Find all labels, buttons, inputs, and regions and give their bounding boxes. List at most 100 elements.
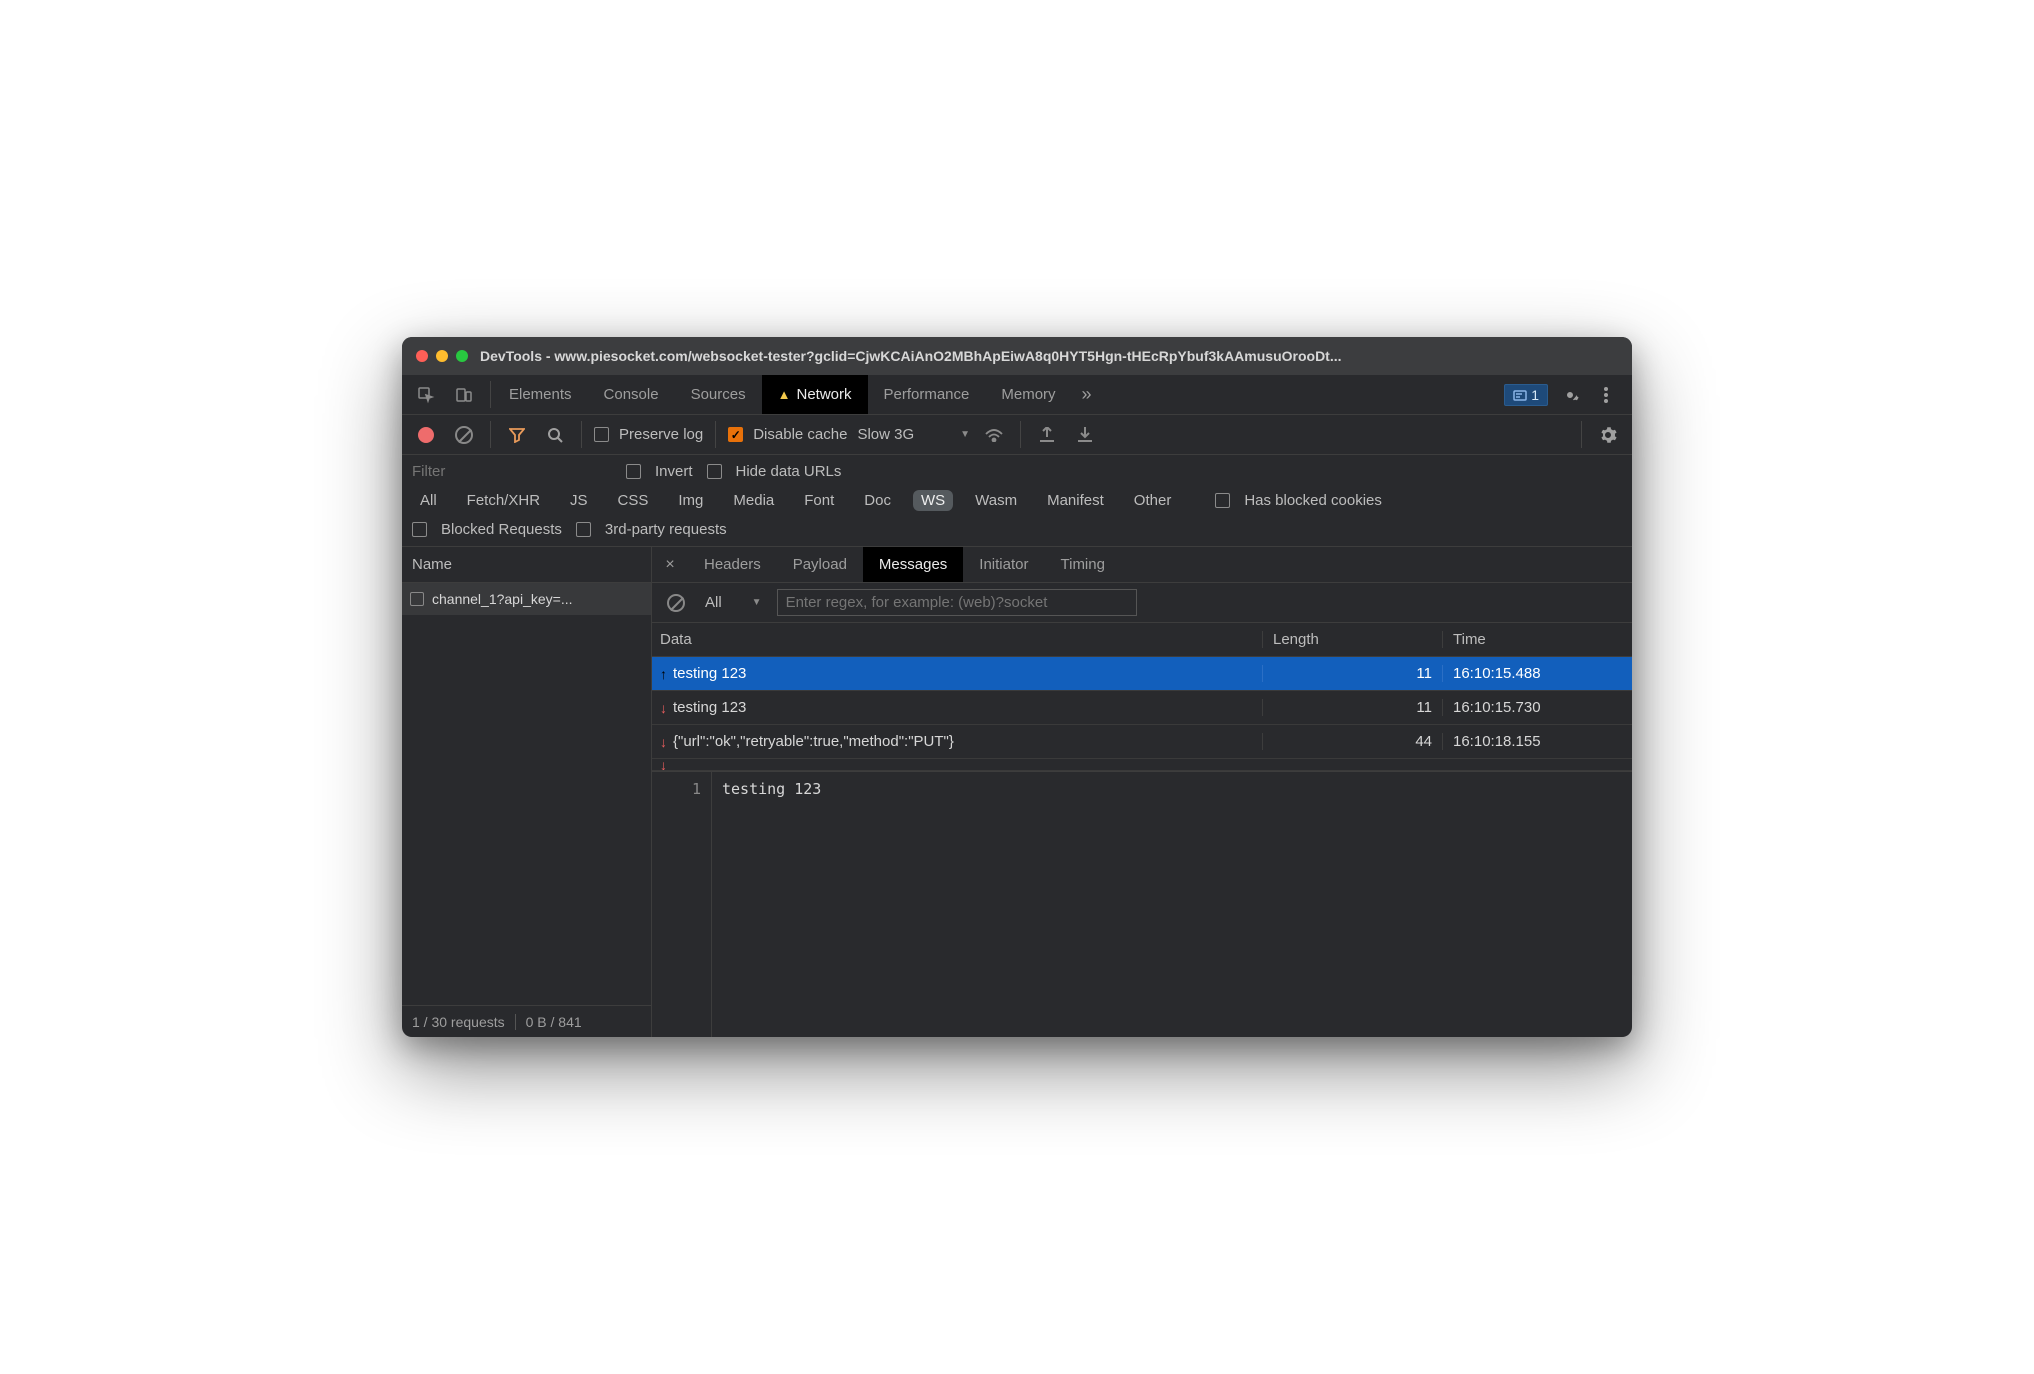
- tab-memory[interactable]: Memory: [985, 375, 1071, 414]
- chevron-down-icon: ▼: [960, 429, 970, 440]
- dtab-timing[interactable]: Timing: [1045, 547, 1121, 582]
- dtab-payload[interactable]: Payload: [777, 547, 863, 582]
- network-toolbar: Preserve log Disable cache Slow 3G ▼: [402, 415, 1632, 455]
- clear-button[interactable]: [450, 421, 478, 449]
- messages-filter-select[interactable]: All ▼: [700, 591, 767, 614]
- request-detail: × Headers Payload Messages Initiator Tim…: [652, 547, 1632, 1037]
- messages-header: Data Length Time: [652, 623, 1632, 657]
- tabs-overflow-button[interactable]: »: [1072, 375, 1102, 414]
- inspect-element-icon[interactable]: [412, 381, 440, 409]
- third-party-checkbox[interactable]: [576, 522, 591, 537]
- hide-data-urls-checkbox[interactable]: [707, 464, 722, 479]
- type-css[interactable]: CSS: [610, 490, 657, 511]
- col-length-header[interactable]: Length: [1262, 631, 1442, 648]
- message-time: 16:10:15.730: [1442, 699, 1632, 716]
- issues-icon: [1513, 388, 1527, 402]
- network-conditions-icon[interactable]: [980, 421, 1008, 449]
- tab-network[interactable]: ▲ Network: [762, 375, 868, 414]
- issues-badge[interactable]: 1: [1504, 384, 1548, 406]
- invert-label: Invert: [655, 463, 693, 480]
- incoming-icon: ↓: [660, 700, 667, 716]
- clear-icon: [455, 426, 473, 444]
- preserve-log-label: Preserve log: [619, 426, 703, 443]
- col-time-header[interactable]: Time: [1442, 631, 1632, 648]
- tab-elements[interactable]: Elements: [493, 375, 588, 414]
- message-data: {"url":"ok","retryable":true,"method":"P…: [673, 733, 954, 750]
- dtab-headers[interactable]: Headers: [688, 547, 777, 582]
- type-fetch-xhr[interactable]: Fetch/XHR: [459, 490, 548, 511]
- request-count: 1 / 30 requests: [412, 1014, 505, 1030]
- third-party-label: 3rd-party requests: [605, 521, 727, 538]
- message-preview: 1 testing 123: [652, 771, 1632, 1037]
- type-media[interactable]: Media: [725, 490, 782, 511]
- tab-console[interactable]: Console: [588, 375, 675, 414]
- name-column-header[interactable]: Name: [402, 547, 651, 583]
- preview-content[interactable]: testing 123: [712, 772, 831, 1037]
- blocked-requests-checkbox[interactable]: [412, 522, 427, 537]
- message-time: 16:10:15.488: [1442, 665, 1632, 682]
- line-number: 1: [652, 772, 712, 1037]
- type-font[interactable]: Font: [796, 490, 842, 511]
- window-title: DevTools - www.piesocket.com/websocket-t…: [480, 348, 1342, 364]
- clear-messages-button[interactable]: [662, 589, 690, 617]
- message-row[interactable]: ↓: [652, 759, 1632, 771]
- disable-cache-label: Disable cache: [753, 426, 847, 443]
- main-tabbar: Elements Console Sources ▲ Network Perfo…: [402, 375, 1632, 415]
- detail-tabs: × Headers Payload Messages Initiator Tim…: [652, 547, 1632, 583]
- close-window-button[interactable]: [416, 350, 428, 362]
- message-data: testing 123: [673, 699, 746, 716]
- search-icon[interactable]: [541, 421, 569, 449]
- filter-toggle-icon[interactable]: [503, 421, 531, 449]
- type-wasm[interactable]: Wasm: [967, 490, 1025, 511]
- type-all[interactable]: All: [412, 490, 445, 511]
- record-button[interactable]: [412, 421, 440, 449]
- message-time: 16:10:18.155: [1442, 733, 1632, 750]
- request-row[interactable]: channel_1?api_key=...: [402, 583, 651, 615]
- col-data-header[interactable]: Data: [652, 631, 1262, 648]
- warning-icon: ▲: [778, 387, 791, 402]
- messages-toolbar: All ▼: [652, 583, 1632, 623]
- message-length: 44: [1262, 733, 1442, 750]
- dtab-messages[interactable]: Messages: [863, 547, 963, 582]
- type-manifest[interactable]: Manifest: [1039, 490, 1112, 511]
- blocked-requests-label: Blocked Requests: [441, 521, 562, 538]
- disable-cache-checkbox[interactable]: [728, 427, 743, 442]
- preserve-log-checkbox[interactable]: [594, 427, 609, 442]
- panel-tabs: Elements Console Sources ▲ Network Perfo…: [493, 375, 1072, 414]
- settings-icon[interactable]: [1556, 381, 1584, 409]
- import-har-icon[interactable]: [1033, 421, 1061, 449]
- type-doc[interactable]: Doc: [856, 490, 899, 511]
- resource-type-filters: All Fetch/XHR JS CSS Img Media Font Doc …: [412, 490, 1622, 511]
- message-data: testing 123: [673, 665, 746, 682]
- type-js[interactable]: JS: [562, 490, 596, 511]
- type-other[interactable]: Other: [1126, 490, 1180, 511]
- close-detail-button[interactable]: ×: [652, 547, 688, 582]
- more-icon[interactable]: [1592, 381, 1620, 409]
- messages-regex-input[interactable]: [777, 589, 1137, 616]
- tab-network-label: Network: [796, 386, 851, 403]
- hide-data-urls-label: Hide data URLs: [736, 463, 842, 480]
- dtab-initiator[interactable]: Initiator: [963, 547, 1044, 582]
- message-row[interactable]: ↓ {"url":"ok","retryable":true,"method":…: [652, 725, 1632, 759]
- message-row[interactable]: ↑ testing 123 11 16:10:15.488: [652, 657, 1632, 691]
- export-har-icon[interactable]: [1071, 421, 1099, 449]
- request-list: Name channel_1?api_key=... 1 / 30 reques…: [402, 547, 652, 1037]
- filter-input[interactable]: [412, 463, 612, 480]
- invert-checkbox[interactable]: [626, 464, 641, 479]
- throttling-select[interactable]: Slow 3G ▼: [857, 426, 970, 443]
- type-ws[interactable]: WS: [913, 490, 953, 511]
- tab-sources[interactable]: Sources: [675, 375, 762, 414]
- tab-performance[interactable]: Performance: [868, 375, 986, 414]
- message-row[interactable]: ↓ testing 123 11 16:10:15.730: [652, 691, 1632, 725]
- has-blocked-cookies-checkbox[interactable]: [1215, 493, 1230, 508]
- request-name: channel_1?api_key=...: [432, 591, 573, 607]
- outgoing-icon: ↑: [660, 666, 667, 682]
- maximize-window-button[interactable]: [456, 350, 468, 362]
- messages-filter-value: All: [705, 594, 722, 611]
- network-content: Name channel_1?api_key=... 1 / 30 reques…: [402, 547, 1632, 1037]
- filterbar: Invert Hide data URLs All Fetch/XHR JS C…: [402, 455, 1632, 547]
- minimize-window-button[interactable]: [436, 350, 448, 362]
- type-img[interactable]: Img: [670, 490, 711, 511]
- network-settings-icon[interactable]: [1594, 421, 1622, 449]
- device-toolbar-icon[interactable]: [450, 381, 478, 409]
